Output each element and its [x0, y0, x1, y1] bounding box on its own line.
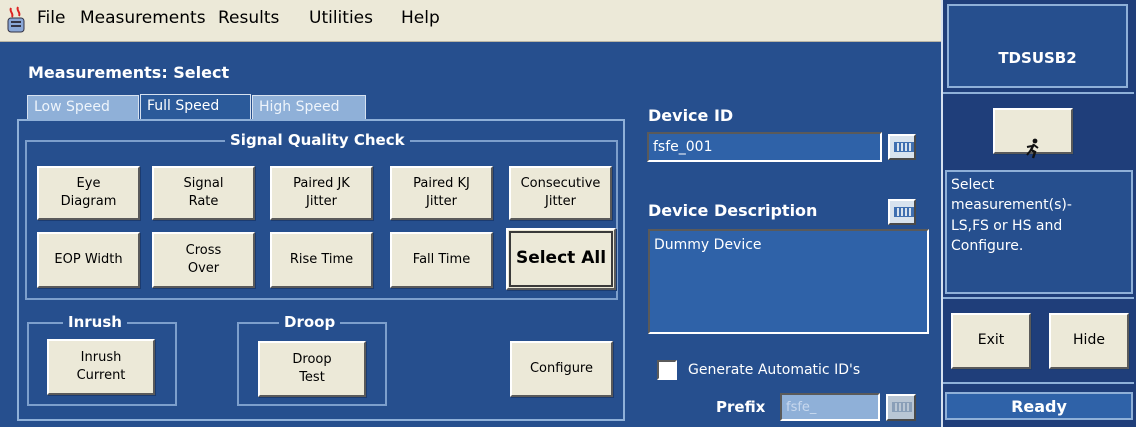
menu-help[interactable]: Help [401, 8, 440, 28]
configure-button[interactable]: Configure [510, 341, 613, 397]
eop-width-button[interactable]: EOP Width [37, 232, 140, 288]
generate-ids-label: Generate Automatic ID's [688, 362, 861, 378]
menu-utilities[interactable]: Utilities [309, 8, 373, 28]
run-button[interactable] [993, 108, 1073, 159]
prefix-input[interactable]: fsfe_ [780, 393, 880, 421]
droop-test-button[interactable]: Droop Test [258, 341, 366, 397]
inrush-title: Inrush [63, 313, 127, 331]
signal-rate-button[interactable]: Signal Rate [152, 166, 255, 220]
tab-full-speed[interactable]: Full Speed [140, 94, 251, 120]
app-icon[interactable] [5, 6, 27, 34]
title-box [947, 4, 1128, 88]
status-bar: Ready [945, 392, 1133, 420]
select-all-button[interactable]: Select All [506, 228, 616, 290]
divider [943, 92, 1134, 94]
divider [943, 297, 1134, 299]
divider [943, 382, 1134, 384]
tab-low-speed[interactable]: Low Speed [27, 95, 139, 119]
inrush-current-button[interactable]: Inrush Current [47, 339, 155, 395]
status-message: Select measurement(s)- LS,FS or HS and C… [945, 170, 1133, 294]
keypad-icon[interactable] [888, 199, 916, 225]
eye-diagram-button[interactable]: Eye Diagram [37, 166, 140, 220]
rise-time-button[interactable]: Rise Time [270, 232, 373, 288]
menu-measurements[interactable]: Measurements [80, 8, 206, 28]
running-man-icon [1023, 120, 1043, 159]
fall-time-button[interactable]: Fall Time [390, 232, 493, 288]
menu-results[interactable]: Results [218, 8, 279, 28]
device-id-input[interactable]: fsfe_001 [647, 132, 882, 162]
signal-quality-title: Signal Quality Check [225, 131, 410, 149]
hide-button[interactable]: Hide [1049, 313, 1129, 369]
droop-title: Droop [279, 313, 341, 331]
consecutive-jitter-button[interactable]: Consecutive Jitter [509, 166, 612, 220]
keypad-icon[interactable] [888, 134, 916, 160]
menu-file[interactable]: File [37, 8, 65, 28]
paired-jk-jitter-button[interactable]: Paired JK Jitter [270, 166, 373, 220]
cross-over-button[interactable]: Cross Over [152, 232, 255, 288]
device-description-label: Device Description [648, 201, 818, 220]
panel-title: Measurements: Select [28, 63, 230, 82]
keypad-icon[interactable] [886, 394, 916, 421]
generate-ids-checkbox[interactable] [657, 360, 677, 380]
app-title: TDSUSB2 [998, 49, 1077, 67]
tab-high-speed[interactable]: High Speed [252, 95, 366, 119]
paired-kj-jitter-button[interactable]: Paired KJ Jitter [390, 166, 493, 220]
exit-button[interactable]: Exit [951, 313, 1031, 369]
device-description-input[interactable]: Dummy Device [648, 229, 929, 334]
device-id-label: Device ID [648, 106, 734, 125]
prefix-label: Prefix [716, 398, 766, 416]
